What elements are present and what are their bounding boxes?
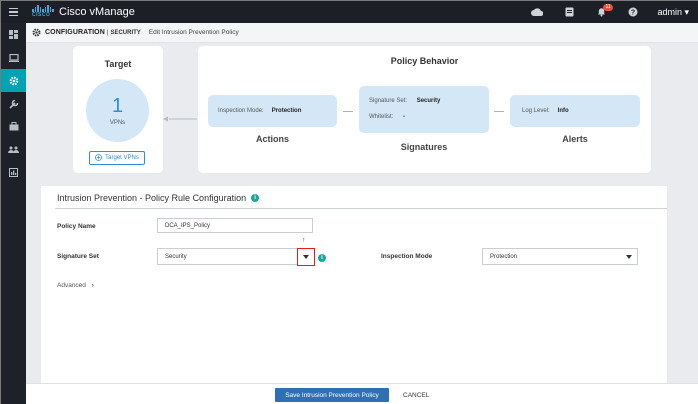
chevron-right-icon: ›	[91, 282, 94, 289]
connector-line	[494, 111, 504, 112]
signature-set-value: Security	[416, 98, 441, 104]
log-level-field: Log Level:	[522, 108, 550, 114]
actions-label: Actions	[255, 134, 289, 144]
configuration-nav-icon[interactable]	[1, 69, 26, 92]
tasks-icon[interactable]	[553, 1, 585, 23]
analytics-nav-icon[interactable]	[1, 161, 26, 184]
inspection-mode-label: Inspection Mode	[381, 253, 433, 260]
policy-behavior-card: Policy Behavior Inspection Mode: Protect…	[198, 46, 651, 173]
whitelist-value: -	[403, 114, 406, 120]
sidebar	[1, 23, 26, 404]
app-title: Cisco vManage	[59, 6, 135, 18]
actions-pill: Inspection Mode: Protection	[208, 95, 337, 127]
advanced-label: Advanced	[57, 282, 86, 289]
page-title: Edit Intrusion Prevention Policy	[148, 29, 239, 36]
signature-set-field: Signature Set:	[369, 98, 408, 104]
monitor-nav-icon[interactable]	[1, 46, 26, 69]
chevron-down-icon	[303, 255, 309, 259]
cisco-logo: CISCO	[32, 5, 54, 19]
inspection-mode-selected: Protection	[490, 253, 518, 260]
log-level-value: Info	[557, 108, 569, 114]
signature-set-info-icon[interactable]: i	[318, 254, 326, 262]
target-vpns-button[interactable]: Target VPNs	[89, 151, 145, 165]
signature-set-selected: Security	[165, 253, 187, 260]
vpn-count: 1	[111, 95, 124, 117]
chevron-down-icon	[626, 255, 632, 259]
main-content: Target 1 VPNs Target VPNs Policy Behavio…	[26, 43, 698, 383]
tools-nav-icon[interactable]	[1, 92, 26, 115]
dashboard-nav-icon[interactable]	[1, 23, 26, 46]
help-icon[interactable]: ?	[617, 1, 649, 23]
save-policy-button[interactable]: Save Intrusion Prevention Policy	[275, 388, 389, 402]
red-arrow-indicator: ↑	[302, 237, 306, 244]
info-icon[interactable]: i	[251, 194, 260, 202]
target-title: Target	[104, 59, 132, 69]
signatures-pill: Signature Set: Security Whitelist: -	[359, 86, 489, 133]
advanced-toggle[interactable]: Advanced ›	[57, 282, 94, 289]
vpn-count-circle: 1 VPNs	[86, 79, 149, 142]
whitelist-field: Whitelist:	[369, 114, 394, 120]
menu-icon[interactable]	[1, 1, 26, 23]
signatures-label: Signatures	[400, 142, 448, 152]
alerts-pill: Log Level: Info	[510, 95, 640, 127]
cancel-button[interactable]: CANCEL	[403, 388, 429, 402]
alerts-label: Alerts	[562, 134, 588, 144]
breadcrumb-separator: |	[106, 29, 109, 36]
signature-set-dropdown-toggle[interactable]	[297, 248, 315, 266]
policy-behavior-title: Policy Behavior	[390, 56, 459, 66]
svg-text:?: ?	[631, 10, 635, 17]
form-title-text: Intrusion Prevention - Policy Rule Confi…	[57, 193, 247, 203]
user-name: admin	[657, 6, 682, 17]
top-bar: CISCO Cisco vManage 11 ? admin ▾	[1, 1, 698, 23]
inspection-mode-value: Protection	[271, 108, 302, 114]
plus-circle-icon	[95, 153, 103, 163]
form-divider	[55, 208, 667, 209]
connector-line	[343, 111, 353, 112]
user-menu[interactable]: admin ▾	[657, 7, 689, 18]
form-title: Intrusion Prevention - Policy Rule Confi…	[57, 193, 260, 203]
inspection-mode-select[interactable]: Protection	[482, 248, 638, 265]
logo-text: CISCO	[32, 12, 51, 18]
maintenance-nav-icon[interactable]	[1, 115, 26, 138]
gear-icon	[32, 24, 41, 42]
notification-badge: 11	[603, 4, 613, 11]
breadcrumb: CONFIGURATION | SECURITY Edit Intrusion …	[26, 23, 698, 43]
footer-bar: Save Intrusion Prevention Policy CANCEL	[26, 383, 698, 404]
vpn-label: VPNs	[109, 120, 126, 126]
signature-set-label: Signature Set	[57, 253, 99, 260]
cloud-icon[interactable]	[521, 1, 553, 23]
bell-icon[interactable]: 11	[585, 1, 617, 23]
administration-nav-icon[interactable]	[1, 138, 26, 161]
signature-set-select[interactable]: Security	[157, 248, 314, 265]
arrow-left-icon	[163, 109, 197, 127]
inspection-mode-field: Inspection Mode:	[218, 108, 264, 114]
target-vpns-label: Target VPNs	[105, 155, 139, 161]
breadcrumb-section[interactable]: CONFIGURATION	[45, 29, 105, 36]
target-card: Target 1 VPNs Target VPNs	[73, 46, 163, 173]
policy-rule-form: Intrusion Prevention - Policy Rule Confi…	[41, 186, 667, 383]
breadcrumb-subsection[interactable]: SECURITY	[110, 30, 140, 36]
policy-name-label: Policy Name	[57, 223, 96, 230]
policy-name-input[interactable]: DCA_IPS_Policy	[157, 218, 313, 233]
